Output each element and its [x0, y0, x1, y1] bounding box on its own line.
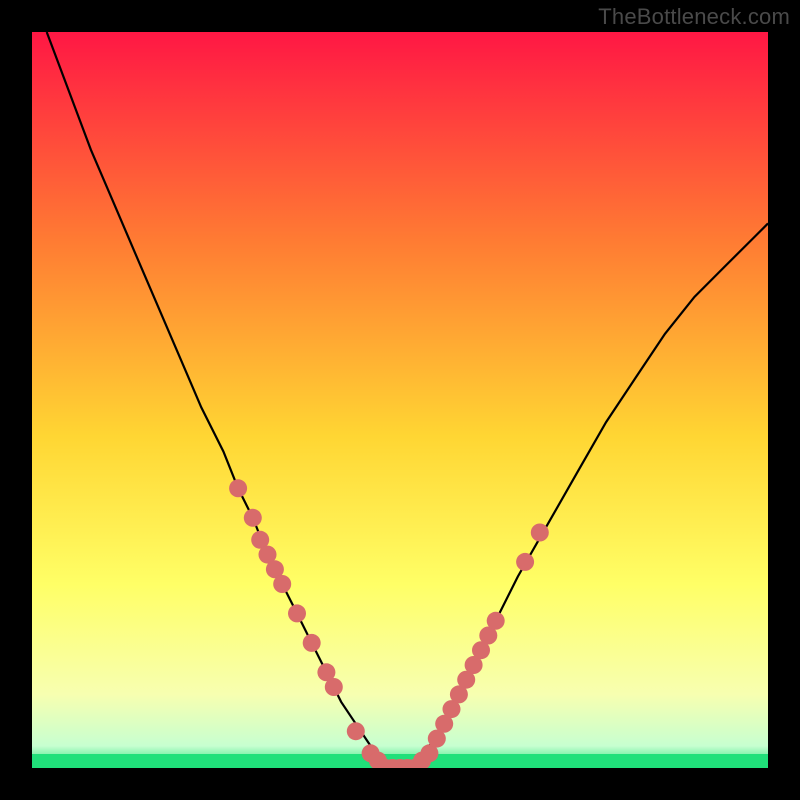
curve-marker	[229, 479, 247, 497]
chart-frame: TheBottleneck.com	[0, 0, 800, 800]
curve-marker	[244, 509, 262, 527]
curve-marker	[325, 678, 343, 696]
curve-marker	[347, 722, 365, 740]
gradient-background	[32, 32, 768, 768]
curve-marker	[273, 575, 291, 593]
curve-marker	[487, 612, 505, 630]
curve-marker	[516, 553, 534, 571]
chart-svg	[32, 32, 768, 768]
curve-marker	[531, 524, 549, 542]
watermark-text: TheBottleneck.com	[598, 4, 790, 30]
plot-area	[32, 32, 768, 768]
curve-marker	[288, 604, 306, 622]
curve-marker	[303, 634, 321, 652]
